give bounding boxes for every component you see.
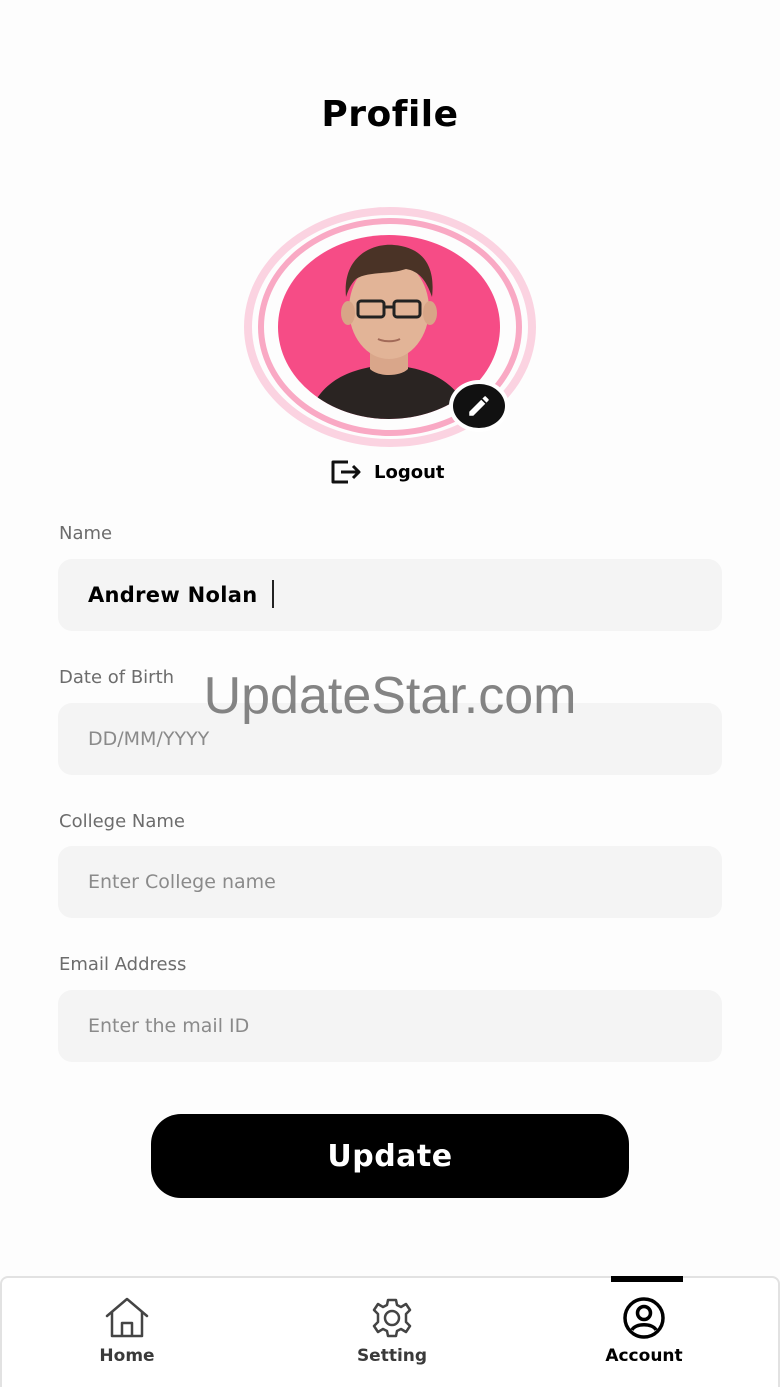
logout-icon: [331, 460, 361, 484]
logout-label: Logout: [374, 461, 445, 483]
name-input[interactable]: [58, 559, 722, 631]
email-input[interactable]: [58, 990, 722, 1062]
nav-item-home[interactable]: Home: [47, 1278, 207, 1387]
email-label: Email Address: [59, 954, 187, 975]
text-cursor: [272, 580, 274, 608]
nav-label-setting: Setting: [356, 1346, 428, 1366]
logout-button[interactable]: Logout: [330, 456, 445, 488]
name-label: Name: [59, 523, 113, 544]
gear-icon: [372, 1298, 412, 1338]
avatar-container: [244, 207, 536, 447]
pencil-icon: [469, 396, 489, 416]
home-icon: [105, 1297, 149, 1338]
dob-label: Date of Birth: [59, 667, 175, 688]
college-label: College Name: [59, 811, 185, 832]
edit-avatar-button[interactable]: [449, 380, 509, 432]
nav-item-setting[interactable]: Setting: [312, 1278, 472, 1387]
bottom-nav: Home Setting Account: [0, 1276, 780, 1387]
nav-item-account[interactable]: Account: [564, 1278, 724, 1387]
account-icon: [623, 1297, 665, 1339]
nav-label-home: Home: [99, 1346, 155, 1366]
page-title: Profile: [321, 94, 459, 135]
nav-label-account: Account: [605, 1346, 683, 1366]
college-input[interactable]: [58, 846, 722, 918]
dob-input[interactable]: [58, 703, 722, 775]
update-button[interactable]: Update: [151, 1114, 629, 1198]
